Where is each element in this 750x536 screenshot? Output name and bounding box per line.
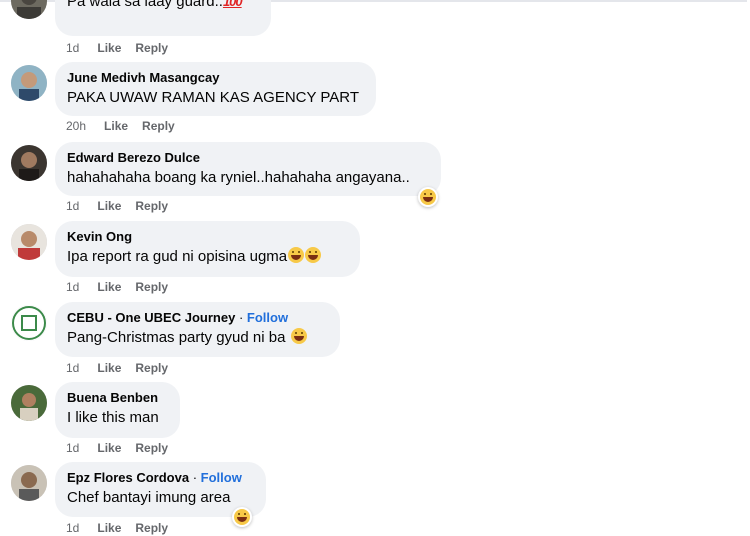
comment-item: Pa wala sa laay guard..100 1d Like Reply <box>11 0 711 55</box>
laughing-emoji-icon <box>305 247 322 263</box>
comment-author[interactable]: Edward Berezo Dulce <box>67 150 429 166</box>
comment-actions: 20h Like Reply <box>66 118 189 134</box>
comment-item: CEBU - One UBEC Journey · Follow Pang-Ch… <box>11 302 711 380</box>
comment-actions: 1d Like Reply <box>66 279 182 295</box>
avatar[interactable] <box>11 385 47 421</box>
comment-actions: 1d Like Reply <box>66 520 182 536</box>
comment-text: Ipa report ra gud ni opisina ugma <box>67 247 348 267</box>
comment-text: Chef bantayi imung area <box>67 489 231 506</box>
reaction-icon[interactable] <box>232 507 252 527</box>
comment-text: hahahahaha boang ka ryniel..hahahaha ang… <box>67 169 410 186</box>
comment-actions: 1d Like Reply <box>66 40 182 56</box>
comment-time[interactable]: 1d <box>66 279 79 295</box>
like-button[interactable]: Like <box>97 198 121 214</box>
comment-bubble: Pa wala sa laay guard..100 <box>55 0 271 36</box>
comment-author[interactable]: Buena Benben <box>67 390 168 406</box>
comment-actions: 1d Like Reply <box>66 198 182 214</box>
comment-time[interactable]: 1d <box>66 440 79 456</box>
comment-time[interactable]: 1d <box>66 360 79 376</box>
comment-text: Pang-Christmas party gyud ni ba <box>67 328 328 348</box>
reply-button[interactable]: Reply <box>135 440 168 456</box>
comment-actions: 1d Like Reply <box>66 440 182 456</box>
comment-author: CEBU - One UBEC Journey · Follow <box>67 310 328 326</box>
comment-item: Epz Flores Cordova · Follow Chef bantayi… <box>11 462 711 535</box>
comment-time[interactable]: 20h <box>66 118 86 134</box>
comment-author[interactable]: June Medivh Masangcay <box>67 70 364 86</box>
reply-button[interactable]: Reply <box>135 279 168 295</box>
comment-author[interactable]: Kevin Ong <box>67 229 348 245</box>
separator-dot: · <box>192 470 198 485</box>
grinning-emoji-icon <box>288 247 305 263</box>
comment-author: Epz Flores Cordova · Follow <box>67 470 254 486</box>
reaction-icon[interactable] <box>418 187 438 207</box>
reply-button[interactable]: Reply <box>135 198 168 214</box>
reply-button[interactable]: Reply <box>135 520 168 536</box>
avatar[interactable] <box>11 145 47 181</box>
laughing-emoji-icon <box>234 509 250 525</box>
comment-bubble: CEBU - One UBEC Journey · Follow Pang-Ch… <box>55 302 340 357</box>
comment-text-content: Pang-Christmas party gyud ni ba <box>67 329 286 346</box>
laughing-emoji-icon <box>420 189 436 205</box>
reply-button[interactable]: Reply <box>142 118 175 134</box>
avatar[interactable] <box>11 224 47 260</box>
comment-time[interactable]: 1d <box>66 40 79 56</box>
comment-text-content: Ipa report ra gud ni opisina ugma <box>67 248 288 265</box>
comment-item: Buena Benben I like this man 1d Like Reply <box>11 382 711 460</box>
comment-author-name[interactable]: Epz Flores Cordova <box>67 470 189 485</box>
like-button[interactable]: Like <box>97 360 121 376</box>
avatar[interactable] <box>11 465 47 501</box>
avatar[interactable] <box>11 0 47 19</box>
reply-button[interactable]: Reply <box>135 360 168 376</box>
comment-text-content: Pa wala sa laay guard.. <box>67 0 223 10</box>
reply-button[interactable]: Reply <box>135 40 168 56</box>
like-button[interactable]: Like <box>97 520 121 536</box>
like-button[interactable]: Like <box>104 118 128 134</box>
comment-text: Pa wala sa laay guard..100 <box>67 0 259 12</box>
separator-dot: · <box>238 310 244 325</box>
comment-author-name[interactable]: CEBU - One UBEC Journey <box>67 310 235 325</box>
comment-time[interactable]: 1d <box>66 198 79 214</box>
hundred-points-icon: 100 <box>222 0 243 9</box>
comment-time[interactable]: 1d <box>66 520 79 536</box>
comment-item: Kevin Ong Ipa report ra gud ni opisina u… <box>11 221 711 299</box>
comment-bubble: June Medivh Masangcay PAKA UWAW RAMAN KA… <box>55 62 376 116</box>
comment-bubble: Edward Berezo Dulce hahahahaha boang ka … <box>55 142 441 196</box>
avatar[interactable] <box>11 305 47 341</box>
like-button[interactable]: Like <box>97 279 121 295</box>
avatar[interactable] <box>11 65 47 101</box>
comment-item: Edward Berezo Dulce hahahahaha boang ka … <box>11 142 711 218</box>
comment-text: I like this man <box>67 409 159 426</box>
laughing-emoji-icon <box>290 328 307 344</box>
comment-text: PAKA UWAW RAMAN KAS AGENCY PART <box>67 89 360 106</box>
like-button[interactable]: Like <box>97 440 121 456</box>
like-button[interactable]: Like <box>97 40 121 56</box>
comment-bubble: Buena Benben I like this man <box>55 382 180 438</box>
comment-bubble: Kevin Ong Ipa report ra gud ni opisina u… <box>55 221 360 277</box>
comment-actions: 1d Like Reply <box>66 360 182 376</box>
follow-button[interactable]: Follow <box>247 310 288 325</box>
comment-item: June Medivh Masangcay PAKA UWAW RAMAN KA… <box>11 62 711 138</box>
follow-button[interactable]: Follow <box>201 470 242 485</box>
